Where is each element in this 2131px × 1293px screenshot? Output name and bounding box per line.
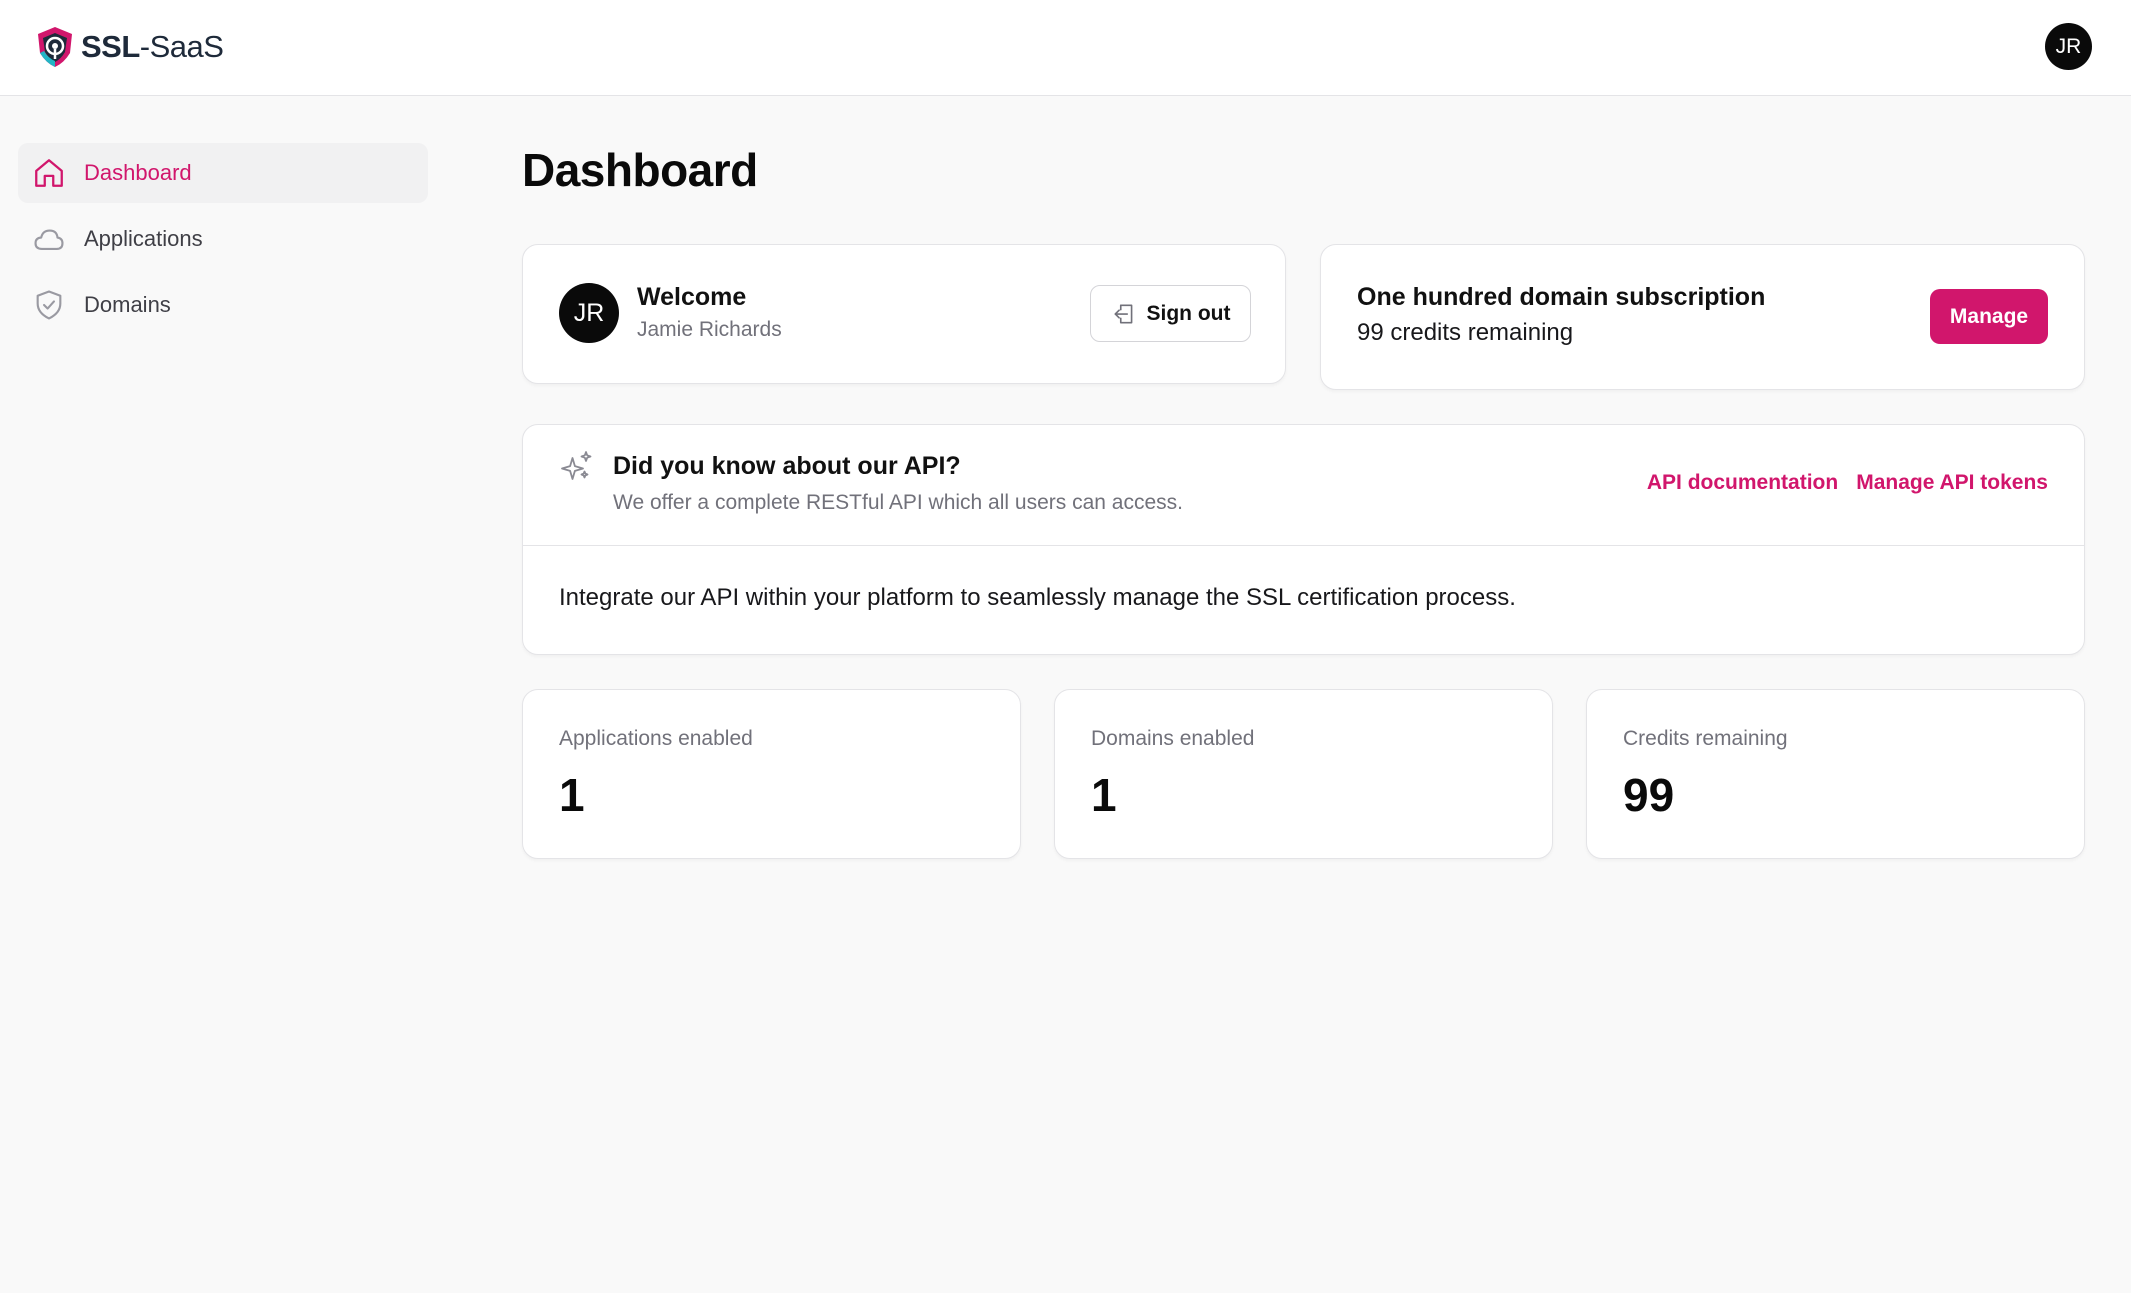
logo-text-bold: SSL [81,29,140,64]
api-card: Did you know about our API? We offer a c… [522,424,2085,655]
api-description: We offer a complete RESTful API which al… [613,491,1183,514]
sidebar-item-domains[interactable]: Domains [18,275,428,335]
subscription-card: One hundred domain subscription 99 credi… [1320,244,2085,390]
stat-card-applications: Applications enabled 1 [522,689,1021,859]
page-title: Dashboard [522,144,758,196]
avatar: JR [559,283,619,343]
api-title: Did you know about our API? [613,452,961,480]
sparkles-icon [561,451,592,480]
top-bar: SSL-SaaS JR [0,0,2131,96]
stat-card-credits: Credits remaining 99 [1586,689,2085,859]
api-links: API documentation Manage API tokens [1647,471,2048,495]
manage-api-tokens-link[interactable]: Manage API tokens [1856,471,2048,495]
manage-subscription-button[interactable]: Manage [1930,289,2048,344]
sidebar-item-label: Dashboard [84,160,192,185]
stat-value: 1 [559,769,585,821]
cloud-icon [34,229,64,250]
shield-check-icon [36,290,62,320]
logo-text-regular: -SaaS [139,29,224,64]
api-documentation-link[interactable]: API documentation [1647,471,1838,495]
stat-card-domains: Domains enabled 1 [1054,689,1553,859]
sidebar-item-label: Domains [84,292,171,317]
subscription-title: One hundred domain subscription [1357,283,1766,311]
sidebar: Dashboard Applications Domains [18,143,428,341]
welcome-title: Welcome [637,283,747,311]
logo[interactable]: SSL-SaaS [34,24,224,70]
sidebar-item-dashboard[interactable]: Dashboard [18,143,428,203]
api-body-text: Integrate our API within your platform t… [559,584,1516,611]
stat-value: 99 [1623,769,1675,821]
ssl-saas-logo-icon [38,27,72,67]
sidebar-item-label: Applications [84,226,203,251]
stat-value: 1 [1091,769,1117,821]
sidebar-item-applications[interactable]: Applications [18,209,428,269]
stat-label: Applications enabled [559,727,753,750]
sign-out-button[interactable]: Sign out [1090,285,1251,342]
api-card-header: Did you know about our API? We offer a c… [523,425,2084,546]
main-content: Dashboard JR Welcome Jamie Richards Sign… [522,140,2085,859]
credits-remaining-text: 99 credits remaining [1357,319,1574,346]
home-icon [35,159,63,187]
user-avatar[interactable]: JR [2045,23,2092,70]
stat-label: Domains enabled [1091,727,1255,750]
logo-text: SSL-SaaS [81,29,224,65]
stat-label: Credits remaining [1623,727,1788,750]
welcome-card: JR Welcome Jamie Richards Sign out [522,244,1286,384]
sign-out-label: Sign out [1146,301,1231,325]
user-name: Jamie Richards [637,318,782,341]
sign-out-icon [1114,304,1132,323]
